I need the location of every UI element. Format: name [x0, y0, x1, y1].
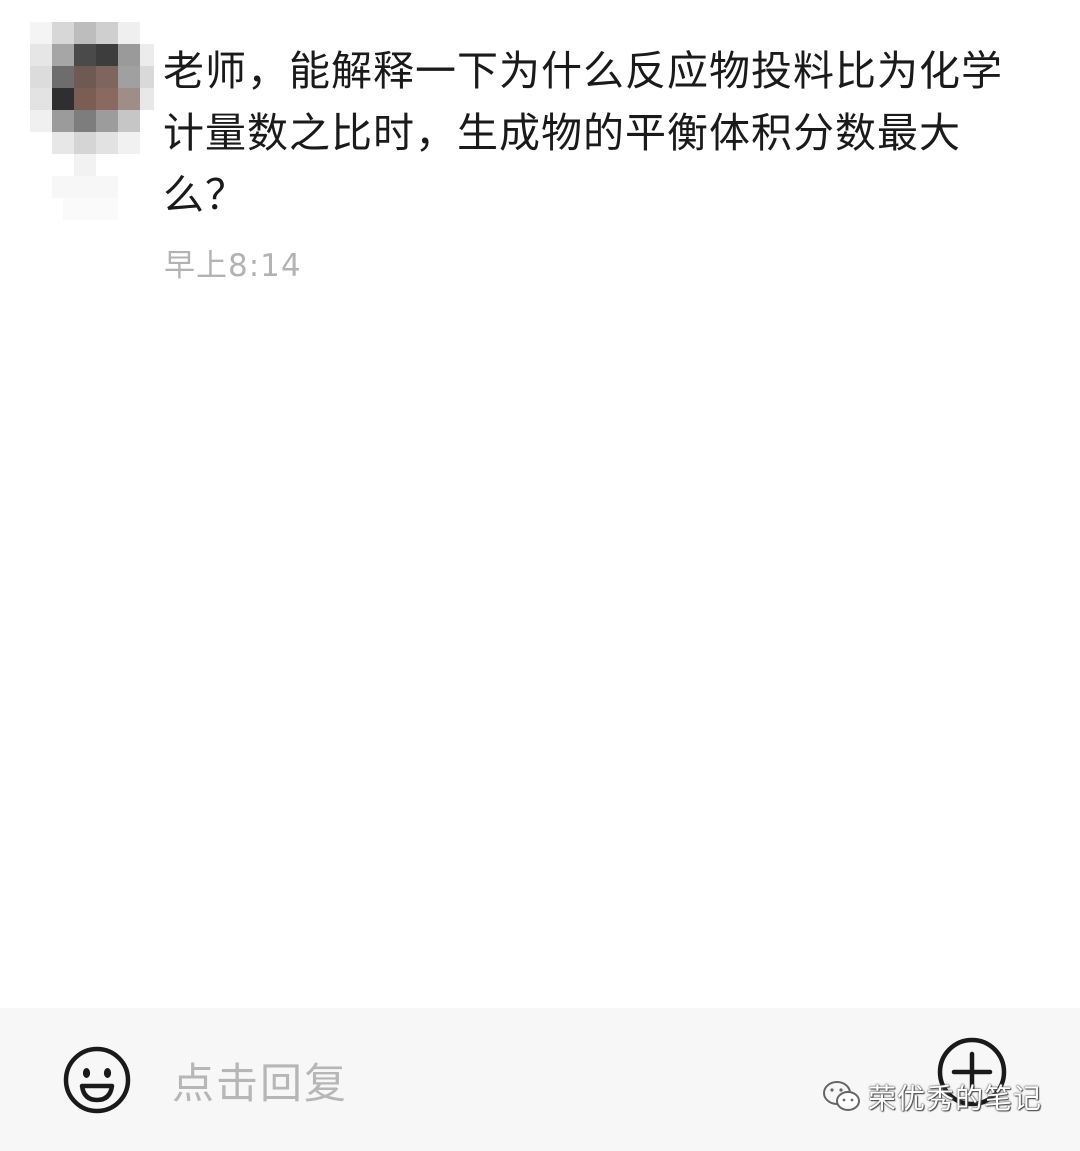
reply-input[interactable] [170, 1052, 874, 1114]
reply-bar: 荣优秀的笔记 [0, 1008, 1080, 1151]
message-text: 老师，能解释一下为什么反应物投料比为化学计量数之比时，生成物的平衡体积分数最大么… [163, 47, 1003, 219]
chat-screen: 老师，能解释一下为什么反应物投料比为化学计量数之比时，生成物的平衡体积分数最大么… [0, 0, 1080, 1151]
avatar[interactable] [30, 22, 154, 272]
message-timestamp: 早上8:14 [164, 248, 302, 284]
watermark-text: 荣优秀的笔记 [867, 1082, 1042, 1115]
wechat-icon [822, 1081, 860, 1111]
watermark: 荣优秀的笔记 [822, 1077, 1042, 1117]
emoji-smile-icon[interactable] [62, 1045, 132, 1115]
